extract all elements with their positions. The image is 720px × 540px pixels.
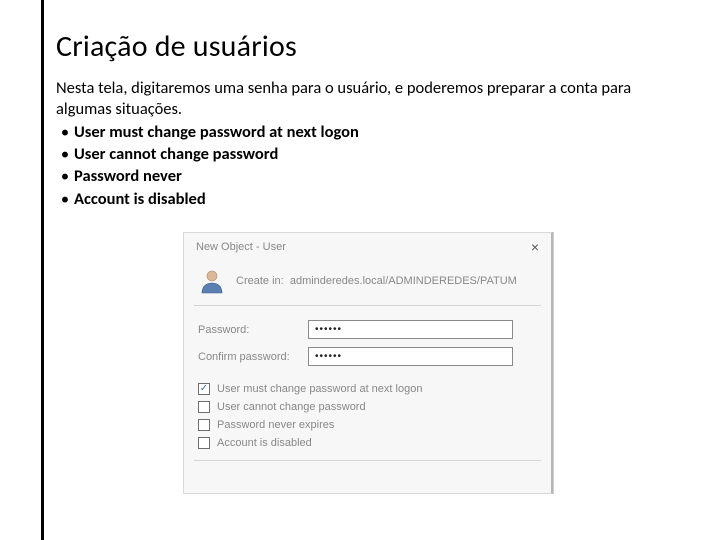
create-in-text: Create in: adminderedes.local/ADMINDERED… bbox=[236, 275, 517, 287]
bullet-text: User must change password at next logon bbox=[74, 122, 359, 142]
confirm-password-row: Confirm password: •••••• bbox=[184, 343, 551, 370]
new-user-dialog: New Object - User × Create in: admindere… bbox=[183, 232, 553, 494]
slide-title: Criação de usuários bbox=[56, 28, 297, 65]
checkbox-label: Password never expires bbox=[217, 419, 334, 431]
bullet-item: •Account is disabled bbox=[56, 189, 666, 210]
checkbox-label: Account is disabled bbox=[217, 437, 312, 449]
bullet-item: •Password never bbox=[56, 166, 666, 187]
checkbox-label: User must change password at next logon bbox=[217, 383, 422, 395]
password-label: Password: bbox=[198, 324, 308, 336]
checkbox-icon[interactable] bbox=[198, 437, 210, 449]
bullet-text: Password never bbox=[74, 166, 182, 186]
user-icon bbox=[198, 267, 226, 295]
password-row: Password: •••••• bbox=[184, 316, 551, 343]
checkbox-row-never-expires[interactable]: Password never expires bbox=[198, 416, 537, 434]
bullet-item: •User cannot change password bbox=[56, 144, 666, 165]
checkbox-group: ✓ User must change password at next logo… bbox=[184, 370, 551, 452]
create-in-path: adminderedes.local/ADMINDEREDES/PATUM bbox=[290, 275, 517, 287]
bullet-text: Account is disabled bbox=[74, 189, 206, 209]
divider bbox=[194, 460, 541, 461]
confirm-password-input[interactable]: •••••• bbox=[308, 347, 513, 366]
bullet-text: User cannot change password bbox=[74, 144, 278, 164]
checkbox-icon[interactable]: ✓ bbox=[198, 383, 210, 395]
checkbox-row-disabled[interactable]: Account is disabled bbox=[198, 434, 537, 452]
dialog-title: New Object - User bbox=[196, 241, 286, 253]
password-input[interactable]: •••••• bbox=[308, 320, 513, 339]
dialog-titlebar: New Object - User × bbox=[184, 233, 551, 261]
create-in-row: Create in: adminderedes.local/ADMINDERED… bbox=[184, 261, 551, 305]
divider bbox=[194, 305, 541, 306]
checkbox-icon[interactable] bbox=[198, 419, 210, 431]
intro-text: Nesta tela, digitaremos uma senha para o… bbox=[56, 78, 666, 120]
slide-body: Nesta tela, digitaremos uma senha para o… bbox=[56, 78, 666, 210]
checkbox-row-cannot-change[interactable]: User cannot change password bbox=[198, 398, 537, 416]
checkbox-label: User cannot change password bbox=[217, 401, 366, 413]
create-in-label: Create in: bbox=[236, 275, 284, 287]
bullet-item: •User must change password at next logon bbox=[56, 122, 666, 143]
checkbox-icon[interactable] bbox=[198, 401, 210, 413]
confirm-password-label: Confirm password: bbox=[198, 351, 308, 363]
checkbox-row-change-password[interactable]: ✓ User must change password at next logo… bbox=[198, 380, 537, 398]
close-icon[interactable]: × bbox=[527, 239, 543, 255]
slide-accent-line bbox=[41, 0, 44, 540]
